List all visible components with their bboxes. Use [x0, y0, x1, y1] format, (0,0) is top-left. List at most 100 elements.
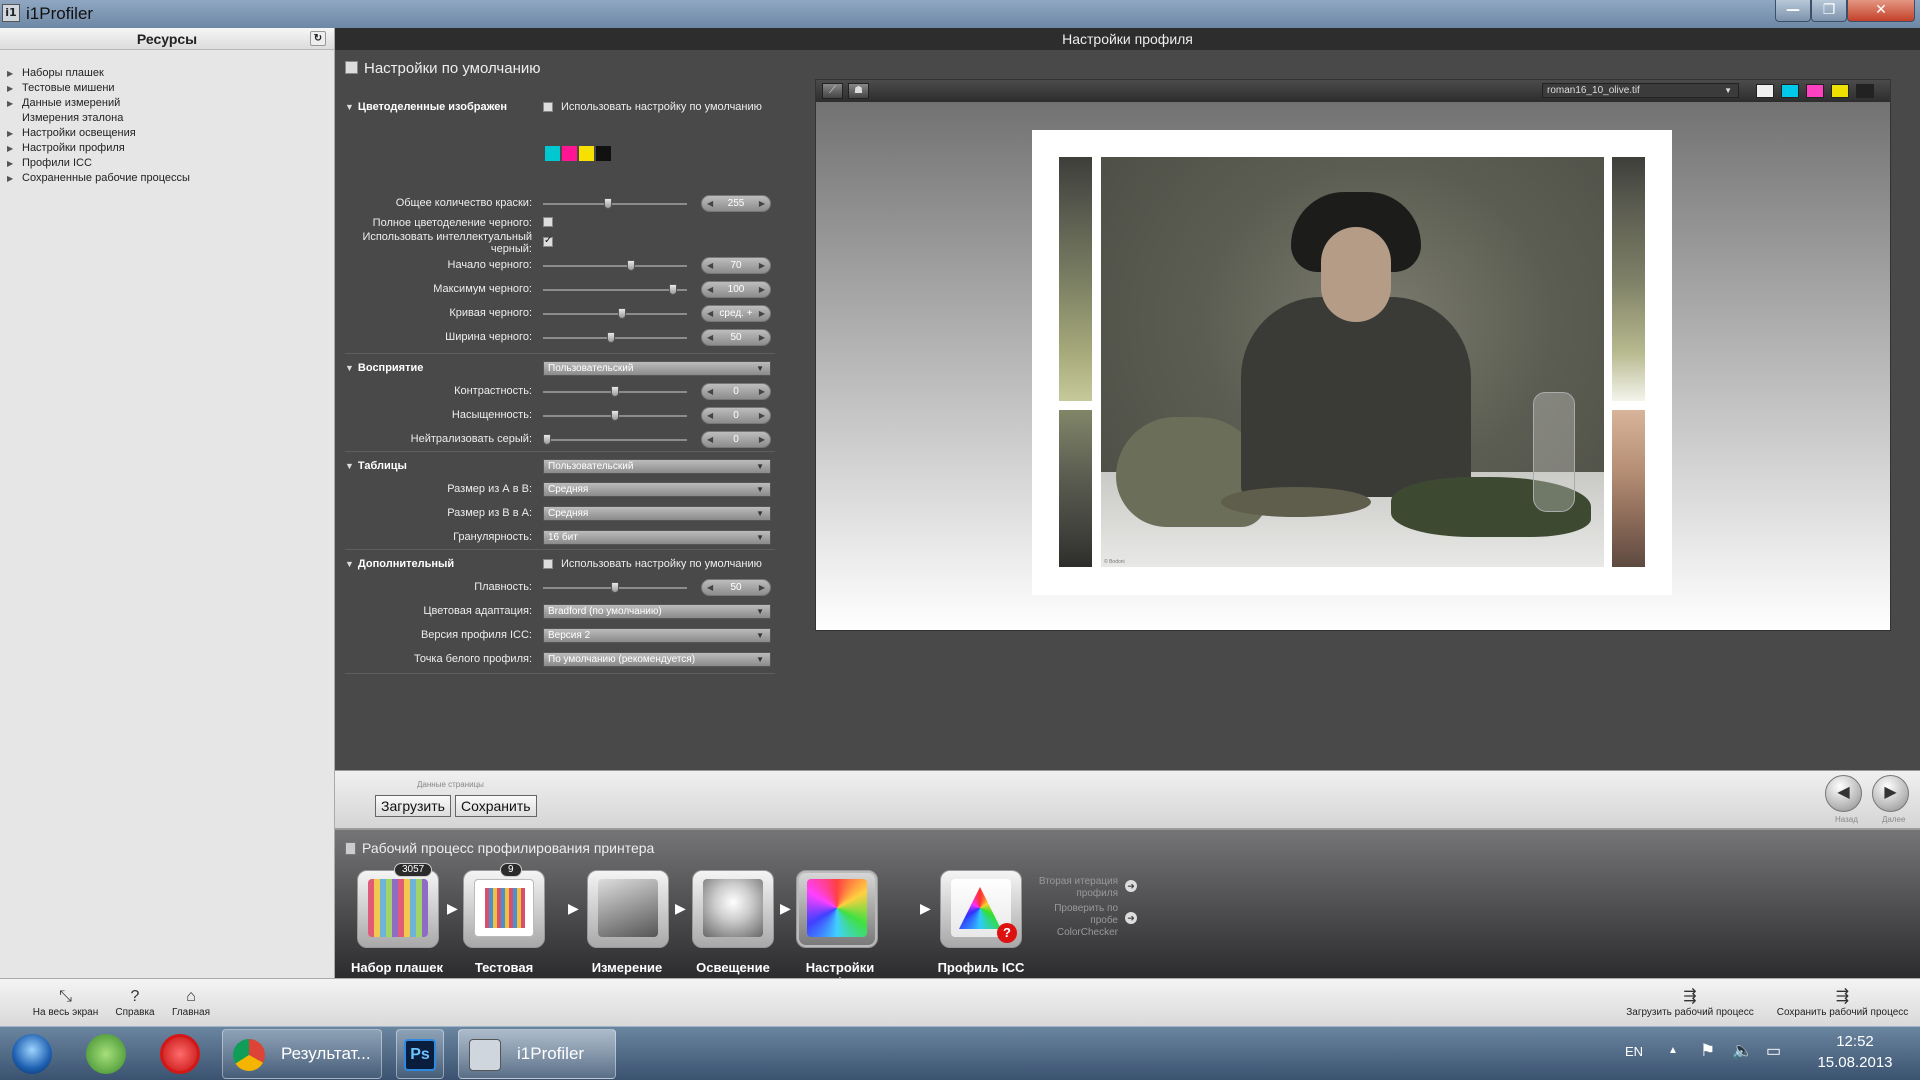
channel-cyan-icon[interactable]: [1781, 84, 1799, 98]
verify-colorchecker-link[interactable]: Проверить по пробе ColorChecker: [1028, 903, 1118, 939]
dropdown-arrow-icon[interactable]: ▼: [756, 460, 764, 473]
expand-arrow-icon[interactable]: ▶: [7, 141, 13, 156]
icc-version-dropdown[interactable]: Версия 2 ▼: [543, 628, 771, 643]
collapse-arrow-icon[interactable]: ▼: [345, 102, 354, 112]
language-indicator[interactable]: EN: [1625, 1044, 1643, 1059]
smoothness-slider[interactable]: [543, 582, 687, 593]
slider-thumb[interactable]: [611, 582, 619, 593]
step-measurement[interactable]: [587, 870, 669, 948]
arrow-right-icon[interactable]: ➜: [1125, 880, 1137, 892]
section-additional[interactable]: ▼ Дополнительный: [345, 558, 454, 570]
white-point-dropdown[interactable]: По умолчанию (рекомендуется) ▼: [543, 652, 771, 667]
resource-item[interactable]: ▶ Настройки освещения: [0, 126, 334, 141]
taskbar-photoshop[interactable]: Ps: [396, 1029, 444, 1079]
dropdown-arrow-icon[interactable]: ▼: [756, 605, 764, 618]
neutral-gray-spinner[interactable]: ◀ 0 ▶: [701, 431, 771, 448]
load-workflow-button[interactable]: ⇶ Загрузить рабочий процесс: [1620, 987, 1760, 1018]
back-button[interactable]: ◀: [1825, 775, 1862, 812]
action-center-flag-icon[interactable]: ⚑: [1700, 1041, 1715, 1061]
total-ink-slider[interactable]: [543, 198, 687, 209]
dropdown-arrow-icon[interactable]: ▼: [756, 653, 764, 666]
save-button[interactable]: Сохранить: [455, 795, 537, 817]
volume-icon[interactable]: 🔈: [1732, 1041, 1753, 1061]
black-width-slider[interactable]: [543, 332, 687, 343]
close-button[interactable]: ✕: [1847, 0, 1915, 22]
start-button-icon[interactable]: [12, 1034, 52, 1074]
collapse-arrow-icon[interactable]: ▼: [345, 461, 354, 471]
increment-icon[interactable]: ▶: [759, 432, 765, 447]
slider-thumb[interactable]: [611, 410, 619, 421]
section-perception[interactable]: ▼ Восприятие: [345, 362, 423, 374]
increment-icon[interactable]: ▶: [759, 196, 765, 211]
neutral-gray-slider[interactable]: [543, 434, 687, 445]
refresh-icon[interactable]: ↻: [310, 31, 326, 46]
additional-default-checkbox[interactable]: [543, 559, 553, 569]
expand-arrow-icon[interactable]: ▶: [7, 126, 13, 141]
decrement-icon[interactable]: ◀: [707, 408, 713, 423]
granularity-dropdown[interactable]: 16 бит ▼: [543, 530, 771, 545]
resource-item[interactable]: ▶ Профили ICC: [0, 156, 334, 171]
slider-thumb[interactable]: [604, 198, 613, 209]
taskbar-i1profiler[interactable]: i1Profiler: [458, 1029, 616, 1079]
resource-item[interactable]: ▶ Наборы плашек: [0, 66, 334, 81]
help-button[interactable]: ? Справка: [110, 987, 160, 1018]
black-curve-spinner[interactable]: ◀ сред. + ▶: [701, 305, 771, 322]
saturation-spinner[interactable]: ◀ 0 ▶: [701, 407, 771, 424]
increment-icon[interactable]: ▶: [759, 306, 765, 321]
tables-preset-dropdown[interactable]: Пользовательский ▼: [543, 459, 771, 474]
tray-expand-icon[interactable]: ▲: [1668, 1045, 1678, 1056]
smoothness-spinner[interactable]: ◀ 50 ▶: [701, 579, 771, 596]
preview-image-dropdown[interactable]: roman16_10_olive.tif ▼: [1542, 83, 1739, 98]
step-lighting[interactable]: [692, 870, 774, 948]
expand-arrow-icon[interactable]: ▶: [7, 156, 13, 171]
channel-black-icon[interactable]: [1856, 84, 1874, 98]
minimize-button[interactable]: —: [1775, 0, 1811, 22]
resource-item[interactable]: ▶ Сохраненные рабочие процессы: [0, 171, 334, 186]
black-start-slider[interactable]: [543, 260, 687, 271]
decrement-icon[interactable]: ◀: [707, 258, 713, 273]
resource-item[interactable]: ▶ Данные измерений: [0, 96, 334, 111]
increment-icon[interactable]: ▶: [759, 282, 765, 297]
full-black-checkbox[interactable]: [543, 217, 553, 227]
chromatic-adaptation-dropdown[interactable]: Bradford (по умолчанию) ▼: [543, 604, 771, 619]
expand-arrow-icon[interactable]: ▶: [7, 66, 13, 81]
arrow-right-icon[interactable]: ➜: [1125, 912, 1137, 924]
black-max-spinner[interactable]: ◀ 100 ▶: [701, 281, 771, 298]
increment-icon[interactable]: ▶: [759, 580, 765, 595]
step-icc-profile[interactable]: ?: [940, 870, 1022, 948]
clock-time[interactable]: 12:52: [1815, 1033, 1895, 1050]
smart-black-checkbox[interactable]: [543, 235, 553, 247]
decrement-icon[interactable]: ◀: [707, 330, 713, 345]
increment-icon[interactable]: ▶: [759, 258, 765, 273]
decrement-icon[interactable]: ◀: [707, 580, 713, 595]
black-max-slider[interactable]: [543, 284, 687, 295]
channel-yellow-icon[interactable]: [1831, 84, 1849, 98]
saturation-slider[interactable]: [543, 410, 687, 421]
increment-icon[interactable]: ▶: [759, 330, 765, 345]
step-profile-settings[interactable]: [796, 870, 878, 948]
dropdown-arrow-icon[interactable]: ▼: [756, 362, 764, 375]
curve-view-icon[interactable]: ⟋: [822, 83, 843, 99]
decrement-icon[interactable]: ◀: [707, 196, 713, 211]
black-start-spinner[interactable]: ◀ 70 ▶: [701, 257, 771, 274]
fullscreen-button[interactable]: ⤡ На весь экран: [28, 987, 103, 1018]
black-width-spinner[interactable]: ◀ 50 ▶: [701, 329, 771, 346]
channel-magenta-icon[interactable]: [1806, 84, 1824, 98]
section-separation[interactable]: ▼ Цветоделенные изображен: [345, 101, 507, 113]
resource-item[interactable]: Измерения эталона: [0, 111, 334, 126]
slider-thumb[interactable]: [669, 284, 678, 295]
home-button[interactable]: ⌂ Главная: [166, 987, 216, 1018]
save-workflow-button[interactable]: ⇶ Сохранить рабочий процесс: [1770, 987, 1915, 1018]
network-icon[interactable]: ▭: [1766, 1041, 1781, 1061]
dropdown-arrow-icon[interactable]: ▼: [1724, 84, 1732, 97]
decrement-icon[interactable]: ◀: [707, 306, 713, 321]
dropdown-arrow-icon[interactable]: ▼: [756, 531, 764, 544]
slider-thumb[interactable]: [611, 386, 619, 397]
expand-arrow-icon[interactable]: ▶: [7, 81, 13, 96]
slider-thumb[interactable]: [606, 332, 615, 343]
dropdown-arrow-icon[interactable]: ▼: [756, 507, 764, 520]
step-patch-set[interactable]: 3057: [357, 863, 439, 948]
image-view-icon[interactable]: ☗: [848, 83, 869, 99]
opera-icon[interactable]: [160, 1034, 200, 1074]
clock-date[interactable]: 15.08.2013: [1805, 1054, 1905, 1071]
